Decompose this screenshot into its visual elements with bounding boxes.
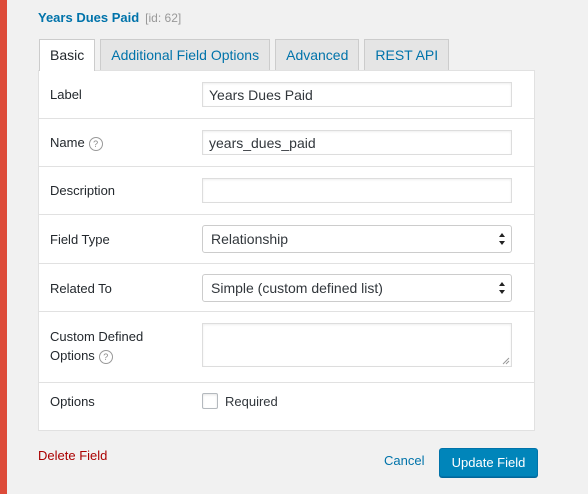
tab-advanced[interactable]: Advanced <box>275 39 360 70</box>
field-id: [id: 62] <box>145 11 182 25</box>
related-to-value: Simple (custom defined list) <box>211 280 383 296</box>
name-row: Name? <box>39 119 534 167</box>
field-type-select[interactable]: Relationship <box>202 225 512 253</box>
label-label: Label <box>50 87 82 102</box>
tab-bar: Basic Additional Field Options Advanced … <box>39 39 450 71</box>
help-icon[interactable]: ? <box>98 349 113 364</box>
description-row: Description <box>39 167 534 215</box>
name-label: Name <box>50 135 85 150</box>
field-title[interactable]: Years Dues Paid <box>38 10 139 25</box>
select-arrows-icon <box>499 282 505 294</box>
custom-options-label-wrap: Custom Defined Options? <box>50 327 143 365</box>
required-label[interactable]: Required <box>225 394 278 409</box>
name-label-wrap: Name? <box>50 133 103 152</box>
basic-form: Label Name? Description Field Type Relat… <box>38 70 535 431</box>
select-arrows-icon <box>499 233 505 245</box>
label-input[interactable] <box>202 82 512 107</box>
custom-options-textarea[interactable] <box>202 323 512 367</box>
tab-additional-field-options[interactable]: Additional Field Options <box>100 39 271 70</box>
cancel-link[interactable]: Cancel <box>384 453 424 468</box>
help-icon[interactable]: ? <box>88 136 103 151</box>
options-row: Options Required <box>39 383 534 431</box>
options-label: Options <box>50 394 95 409</box>
required-checkbox[interactable] <box>202 393 218 409</box>
update-field-button[interactable]: Update Field <box>439 448 538 477</box>
related-to-row: Related To Simple (custom defined list) <box>39 264 534 312</box>
custom-options-label-line1: Custom Defined <box>50 329 144 344</box>
tab-rest-api[interactable]: REST API <box>364 39 450 70</box>
related-to-label: Related To <box>50 281 112 296</box>
field-type-value: Relationship <box>211 231 289 247</box>
field-header: Years Dues Paid [id: 62] <box>38 10 181 25</box>
field-type-row: Field Type Relationship <box>39 215 534 264</box>
custom-options-label-line2: Options <box>50 348 95 363</box>
tab-basic[interactable]: Basic <box>39 39 96 71</box>
resize-grip-icon[interactable] <box>502 357 510 365</box>
related-to-select[interactable]: Simple (custom defined list) <box>202 274 512 302</box>
label-row: Label <box>39 71 534 119</box>
panel-accent-bar <box>0 0 7 494</box>
delete-field-link[interactable]: Delete Field <box>38 448 107 463</box>
field-type-label: Field Type <box>50 232 110 247</box>
description-input[interactable] <box>202 178 512 203</box>
name-input[interactable] <box>202 130 512 155</box>
description-label: Description <box>50 183 116 198</box>
custom-options-row: Custom Defined Options? <box>39 312 534 383</box>
